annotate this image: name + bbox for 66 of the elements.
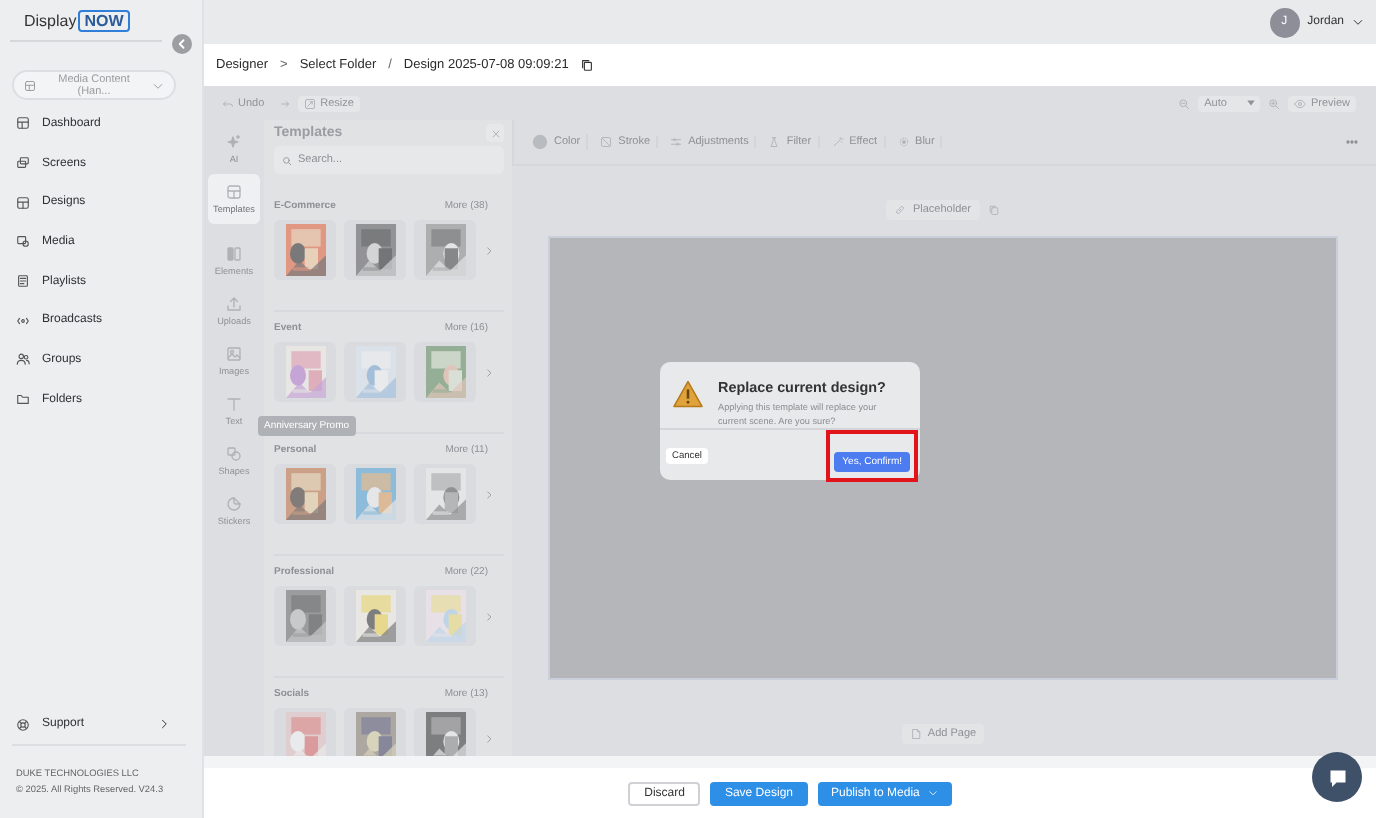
shapes-icon	[226, 446, 242, 462]
upload-icon	[226, 296, 242, 312]
list-icon	[16, 274, 30, 289]
template-card[interactable]	[414, 708, 476, 756]
sliders-icon	[670, 136, 683, 148]
zoom-in-icon[interactable]	[1268, 97, 1281, 109]
sticker-icon	[226, 496, 242, 512]
layout-icon	[16, 195, 30, 210]
link-icon	[894, 203, 907, 215]
zoom-out-icon[interactable]	[1178, 97, 1191, 109]
text-icon	[226, 396, 242, 412]
close-button[interactable]	[486, 124, 504, 142]
chevron-right-icon[interactable]	[484, 733, 494, 743]
chevron-right-icon[interactable]	[484, 611, 494, 621]
chevron-left-icon	[176, 38, 188, 50]
columns-icon	[226, 246, 242, 262]
chevron-right-icon[interactable]	[484, 367, 494, 377]
folder-icon	[16, 392, 30, 407]
template-card[interactable]	[344, 342, 406, 402]
template-card[interactable]	[414, 220, 476, 280]
blur-icon	[897, 136, 910, 148]
wand-icon	[831, 136, 844, 148]
template-card[interactable]	[274, 464, 336, 524]
undo-icon	[222, 97, 234, 109]
image-icon	[16, 234, 30, 249]
template-card[interactable]	[344, 586, 406, 646]
brand-badge: NOW	[78, 9, 130, 31]
chevron-right-icon[interactable]	[484, 245, 494, 255]
template-card[interactable]	[274, 586, 336, 646]
people-icon	[16, 352, 30, 367]
template-card[interactable]	[274, 342, 336, 402]
search-icon	[282, 155, 292, 165]
eye-icon	[1294, 97, 1307, 109]
lifebuoy-icon	[16, 717, 30, 732]
design-canvas[interactable]	[548, 236, 1338, 680]
close-icon	[489, 127, 501, 139]
image-icon	[226, 346, 242, 362]
caret-icon	[1246, 98, 1257, 108]
dashboard-icon	[24, 79, 36, 91]
warning-icon	[672, 380, 704, 408]
template-card[interactable]	[414, 342, 476, 402]
page-icon	[909, 727, 922, 739]
chevron-down-icon	[1352, 16, 1364, 28]
broadcast-icon	[16, 313, 30, 328]
circle-icon	[532, 134, 548, 150]
redo-icon[interactable]	[278, 97, 291, 109]
copy-icon[interactable]	[580, 58, 595, 72]
sparkle-icon	[226, 134, 242, 150]
speech-bubble-icon	[1325, 765, 1349, 789]
layout-icon	[226, 184, 242, 200]
brand-name: Display	[24, 11, 77, 29]
template-card[interactable]	[344, 708, 406, 756]
template-card[interactable]	[344, 464, 406, 524]
template-card[interactable]	[414, 464, 476, 524]
monitor-icon	[16, 156, 30, 171]
resize-icon	[304, 97, 317, 109]
flask-icon	[768, 136, 781, 148]
template-card[interactable]	[344, 220, 406, 280]
chevron-right-icon	[158, 718, 170, 731]
dashboard-icon	[16, 116, 30, 131]
stroke-icon	[600, 136, 613, 148]
chevron-right-icon[interactable]	[484, 489, 494, 499]
template-card[interactable]	[274, 220, 336, 280]
chevron-down-icon	[152, 79, 164, 91]
template-card[interactable]	[274, 708, 336, 756]
collapse-button[interactable]	[172, 34, 192, 54]
